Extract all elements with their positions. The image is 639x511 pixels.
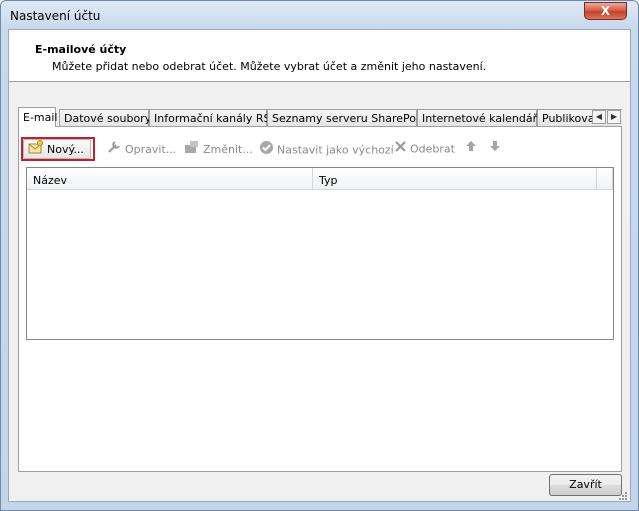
wrench-icon [107, 140, 122, 160]
new-account-label: Nový... [47, 143, 84, 156]
change-button[interactable]: Změnit... [184, 140, 253, 158]
column-header-filler [597, 168, 613, 190]
resize-grip-icon[interactable] [618, 491, 628, 501]
tab-sharepoint-lists[interactable]: Seznamy serveru SharePoint [267, 109, 430, 126]
account-toolbar: Nový... Opravit... Změnit... Nastavit ja… [19, 127, 621, 161]
tab-strip: E-mail Datové soubory Informační kanály … [18, 107, 622, 127]
change-label: Změnit... [203, 143, 253, 156]
tab-scroll-right-button[interactable]: ▶ [607, 110, 621, 124]
tab-internet-calendars[interactable]: Internetové kalendáře [417, 109, 544, 126]
tab-data-files[interactable]: Datové soubory [59, 109, 151, 126]
title-bar[interactable]: Nastavení účtu X [1, 1, 638, 29]
header-title: E-mailové účty [35, 43, 127, 56]
new-account-button[interactable]: Nový... [23, 139, 91, 159]
repair-button[interactable]: Opravit... [107, 140, 176, 158]
close-dialog-button[interactable]: Zavřít [549, 474, 622, 496]
email-tab-panel: Nový... Opravit... Změnit... Nastavit ja… [18, 126, 622, 472]
move-up-button[interactable] [465, 140, 480, 158]
tab-email[interactable]: E-mail [18, 107, 58, 127]
account-list[interactable]: Název Typ [26, 167, 614, 340]
repair-label: Opravit... [125, 143, 177, 156]
remove-button[interactable]: Odebrat [394, 140, 455, 158]
header-subtitle: Můžete přidat nebo odebrat účet. Můžete … [52, 60, 487, 73]
checkmark-icon [259, 140, 274, 161]
arrow-up-icon [465, 140, 477, 158]
set-default-button[interactable]: Nastavit jako výchozí [259, 140, 394, 158]
set-default-label: Nastavit jako výchozí [277, 143, 394, 157]
dialog-body: E-mailové účty Můžete přidat nebo odebra… [8, 29, 631, 502]
close-icon: X [600, 4, 611, 18]
chevron-right-icon: ▶ [610, 112, 618, 121]
arrow-down-icon [489, 140, 501, 158]
window-title: Nastavení účtu [10, 9, 101, 23]
new-mail-icon [28, 140, 44, 160]
change-icon [184, 140, 200, 160]
window-close-button[interactable]: X [584, 2, 627, 20]
move-down-button[interactable] [489, 140, 504, 158]
remove-label: Odebrat [410, 142, 455, 156]
column-header-type[interactable]: Typ [313, 168, 597, 190]
tab-rss-feeds[interactable]: Informační kanály RSS [149, 109, 277, 126]
tab-scroll-left-button[interactable]: ◀ [592, 110, 606, 124]
remove-x-icon [394, 140, 407, 159]
dialog-header: E-mailové účty Můžete přidat nebo odebra… [9, 30, 630, 82]
column-header-name[interactable]: Název [27, 168, 313, 190]
chevron-left-icon: ◀ [595, 112, 603, 121]
account-settings-window: Nastavení účtu X E-mailové účty Můžete p… [0, 0, 639, 511]
